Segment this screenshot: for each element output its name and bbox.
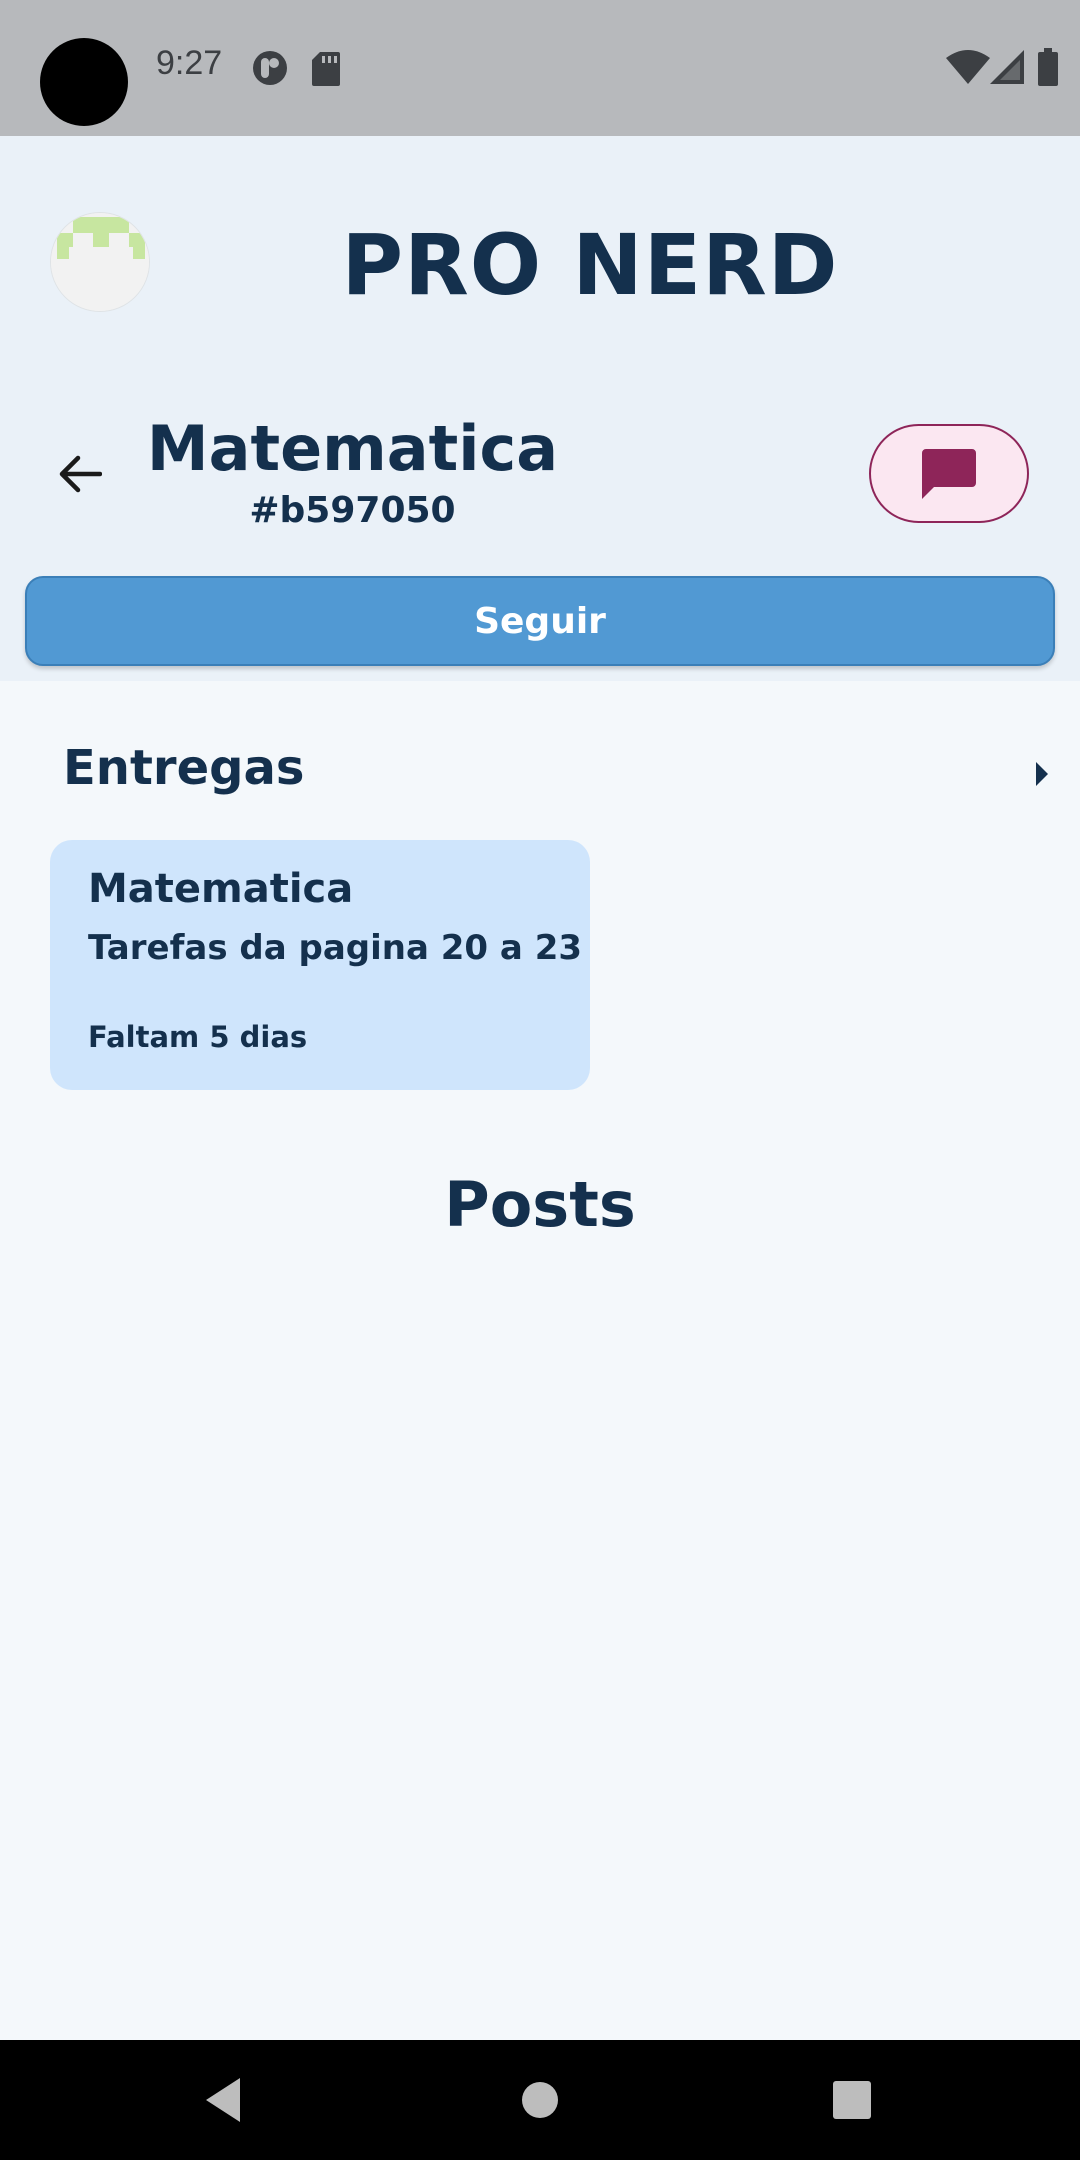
- arrow-back-icon: [59, 455, 102, 493]
- delivery-card[interactable]: Matematica Tarefas da pagina 20 a 23 Fal…: [50, 840, 590, 1090]
- navigation-bar: [0, 2040, 1080, 2160]
- status-bar: 9:27: [0, 0, 1080, 136]
- chat-button[interactable]: [869, 424, 1029, 523]
- nav-recents-icon[interactable]: [822, 2070, 882, 2130]
- nav-home-icon[interactable]: [510, 2070, 570, 2130]
- signal-icon: [990, 50, 1024, 84]
- chat-icon: [922, 448, 976, 499]
- wifi-icon: [946, 50, 990, 84]
- delivery-description: Tarefas da pagina 20 a 23: [88, 928, 583, 968]
- camera-cutout: [40, 38, 128, 126]
- status-time: 9:27: [156, 44, 223, 82]
- delivery-subject: Matematica: [88, 866, 354, 912]
- back-button[interactable]: [44, 438, 116, 510]
- group-title: Matematica: [146, 412, 559, 485]
- battery-icon: [1038, 48, 1058, 86]
- app-title: PRO NERD: [341, 216, 839, 314]
- posts-title: Posts: [444, 1168, 636, 1241]
- sd-card-icon: [312, 52, 340, 86]
- nav-back-icon[interactable]: [196, 2070, 256, 2130]
- delivery-due: Faltam 5 dias: [88, 1020, 308, 1054]
- chevron-right-icon[interactable]: [1032, 760, 1052, 788]
- deliveries-title: Entregas: [63, 740, 305, 796]
- group-code: #b597050: [249, 490, 456, 531]
- follow-button[interactable]: Seguir: [25, 576, 1055, 666]
- group-header: PRO NERD Matematica #b597050 Seguir: [0, 136, 1080, 681]
- do-not-disturb-icon: [253, 51, 287, 85]
